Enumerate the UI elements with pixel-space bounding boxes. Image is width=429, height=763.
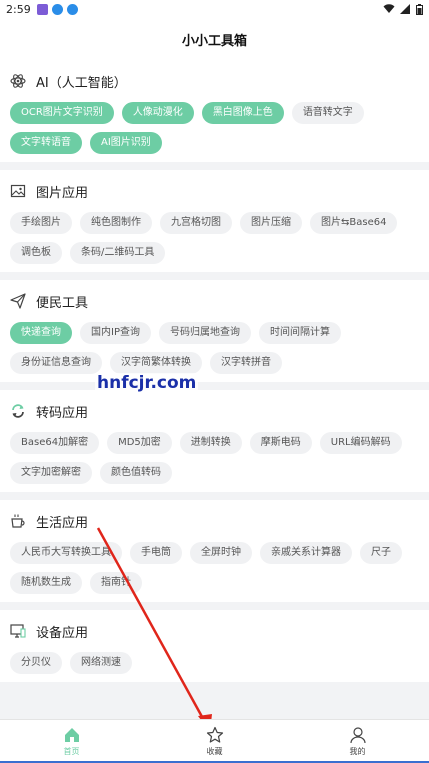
star-icon (206, 726, 224, 744)
tool-chip[interactable]: 纯色图制作 (80, 212, 152, 234)
status-bar: 2:59 (0, 0, 429, 18)
user-icon (349, 726, 367, 744)
tool-chip[interactable]: 条码/二维码工具 (70, 242, 166, 264)
section-header: AI（人工智能） (10, 70, 419, 92)
section-header: 转码应用 (10, 400, 419, 422)
tool-chip-group: Base64加解密 MD5加密 进制转换 摩斯电码 URL编码解码文字加密解密 颜色值转码 (10, 432, 419, 484)
section-convenience: 便民工具快递查询 国内IP查询 号码归属地查询 时间间隔计算身份证信息查询 汉字简繁体转… (0, 280, 429, 382)
section-life: 生活应用人民币大写转换工具 手电筒 全屏时钟 亲戚关系计算器 尺子随机数生成 指南针 (0, 500, 429, 602)
image-icon (10, 183, 26, 199)
section-header: 生活应用 (10, 510, 419, 532)
tool-chip[interactable]: 汉字简繁体转换 (110, 352, 202, 374)
tool-chip[interactable]: 黑白图像上色 (201, 102, 284, 124)
tool-chip[interactable]: 调色板 (10, 242, 62, 264)
tool-chip[interactable]: 人像动漫化 (121, 102, 194, 124)
tool-chip[interactable]: 人民币大写转换工具 (10, 542, 122, 564)
section-title: 转码应用 (36, 405, 89, 421)
tool-chip[interactable]: 时间间隔计算 (258, 322, 341, 344)
bottom-navigation: 首页 收藏 我的 (0, 719, 429, 763)
app-title-bar: 小小工具箱 (0, 18, 429, 60)
tab-star[interactable]: 收藏 (143, 720, 286, 763)
tool-chip[interactable]: 国内IP查询 (80, 322, 151, 344)
tool-chip[interactable]: 身份证信息查询 (10, 352, 102, 374)
tab-label: 我的 (349, 747, 366, 756)
tool-chip[interactable]: 文字转语音 (10, 132, 82, 154)
monitor-icon (10, 623, 26, 639)
refresh-icon (10, 403, 26, 419)
section-title: 设备应用 (36, 625, 89, 641)
tool-category-list[interactable]: AI（人工智能） OCR图片文字识别 人像动漫化 黑白图像上色 语音转文字文字转语音 AI… (0, 60, 429, 719)
tool-chip[interactable]: 手绘图片 (10, 212, 72, 234)
tab-user[interactable]: 我的 (286, 720, 429, 763)
tab-label: 收藏 (206, 747, 223, 756)
watermark-text: hnfcjr.com (95, 373, 199, 393)
section-title: 图片应用 (36, 185, 89, 201)
tool-chip[interactable]: AI图片识别 (90, 132, 162, 154)
tool-chip-group: 快递查询 国内IP查询 号码归属地查询 时间间隔计算身份证信息查询 汉字简繁体转换 汉字转… (10, 322, 419, 374)
section-header: 设备应用 (10, 620, 419, 642)
tool-chip[interactable]: 手电筒 (130, 542, 182, 564)
tool-chip[interactable]: 文字加密解密 (10, 462, 92, 484)
section-device: 设备应用分贝仪 网络测速 (0, 610, 429, 682)
paper-plane-icon (10, 293, 26, 309)
tool-chip-group: 人民币大写转换工具 手电筒 全屏时钟 亲戚关系计算器 尺子随机数生成 指南针 (10, 542, 419, 594)
section-title: 生活应用 (36, 515, 89, 531)
tool-chip[interactable]: 快递查询 (10, 322, 72, 344)
tool-chip[interactable]: 摩斯电码 (249, 432, 312, 454)
notification-app-icon (36, 3, 48, 15)
tool-chip[interactable]: 全屏时钟 (190, 542, 252, 564)
tool-chip[interactable]: MD5加密 (107, 432, 172, 454)
tool-chip[interactable]: 进制转换 (179, 432, 242, 454)
tab-label: 首页 (63, 747, 80, 756)
tool-chip[interactable]: 随机数生成 (10, 572, 82, 594)
section-title: AI（人工智能） (36, 75, 127, 91)
tab-home[interactable]: 首页 (0, 720, 143, 763)
tool-chip-group: OCR图片文字识别 人像动漫化 黑白图像上色 语音转文字文字转语音 AI图片识别 (10, 102, 419, 154)
tool-chip[interactable]: 分贝仪 (10, 652, 62, 674)
tool-chip[interactable]: Base64加解密 (10, 432, 100, 454)
section-title: 便民工具 (36, 295, 89, 311)
tool-chip[interactable]: 语音转文字 (291, 102, 364, 124)
wifi-icon (383, 4, 395, 13)
section-encode: 转码应用 Base64加解密 MD5加密 进制转换 摩斯电码 URL编码解码文字加密解密颜… (0, 390, 429, 492)
download-icon-2 (66, 3, 78, 15)
tool-chip[interactable]: 九宫格切图 (160, 212, 232, 234)
home-icon (63, 726, 81, 744)
tool-chip[interactable]: OCR图片文字识别 (10, 102, 114, 124)
tool-chip[interactable]: 尺子 (360, 542, 402, 564)
page-title: 小小工具箱 (181, 33, 247, 49)
tool-chip[interactable]: 颜色值转码 (100, 462, 172, 484)
tool-chip-group: 分贝仪 网络测速 (10, 652, 419, 674)
atom-icon (10, 73, 26, 89)
tool-chip[interactable]: 图片⇆Base64 (310, 212, 398, 234)
tool-chip-group: 手绘图片 纯色图制作 九宫格切图 图片压缩 图片⇆Base64 调色板 条码/二维码工具 (10, 212, 419, 264)
tool-chip[interactable]: 指南针 (90, 572, 142, 594)
download-icon (51, 3, 63, 15)
status-time: 2:59 (6, 2, 31, 16)
battery-icon (416, 3, 423, 15)
coffee-cup-icon (10, 513, 26, 529)
tool-chip[interactable]: 亲戚关系计算器 (260, 542, 352, 564)
tool-chip[interactable]: 网络测速 (70, 652, 132, 674)
section-header: 图片应用 (10, 180, 419, 202)
tool-chip[interactable]: URL编码解码 (319, 432, 402, 454)
tool-chip[interactable]: 号码归属地查询 (158, 322, 251, 344)
section-ai: AI（人工智能） OCR图片文字识别 人像动漫化 黑白图像上色 语音转文字文字转语音 AI… (0, 60, 429, 162)
signal-icon (400, 4, 410, 14)
section-image: 图片应用手绘图片 纯色图制作 九宫格切图 图片压缩 图片⇆Base64 调色板 条码/二维码… (0, 170, 429, 272)
tool-chip[interactable]: 图片压缩 (240, 212, 302, 234)
section-header: 便民工具 (10, 290, 419, 312)
tool-chip[interactable]: 汉字转拼音 (210, 352, 282, 374)
